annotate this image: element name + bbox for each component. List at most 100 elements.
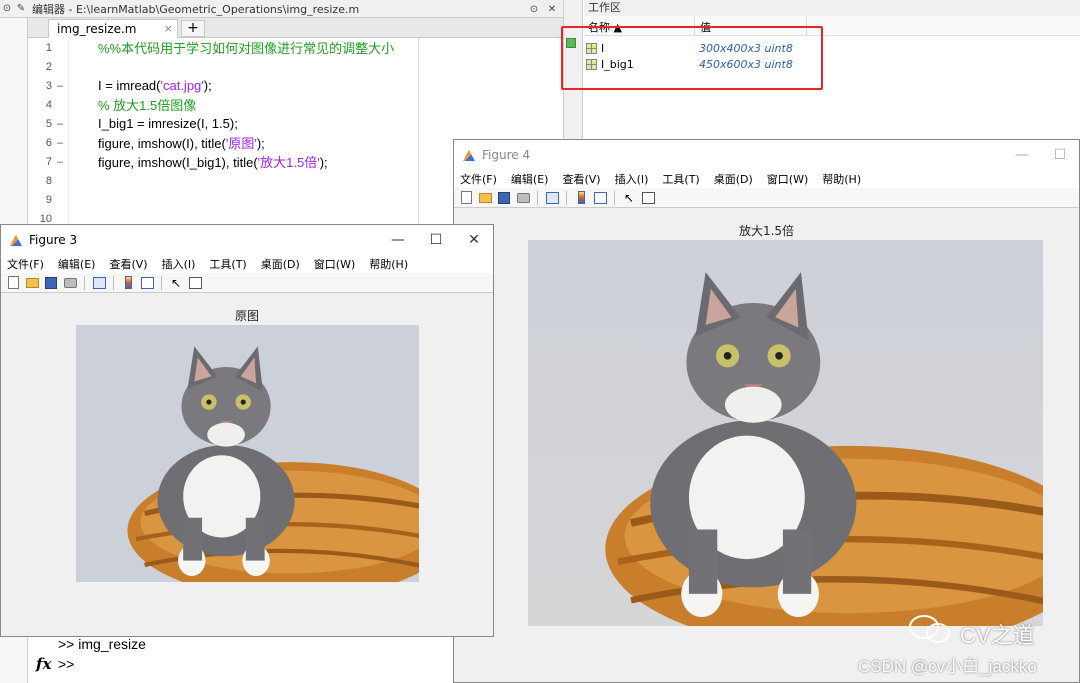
- menu-item[interactable]: 窗口(W): [767, 171, 808, 187]
- menu-item[interactable]: 查看(V): [109, 256, 147, 272]
- menu-item[interactable]: 查看(V): [562, 171, 600, 187]
- menu-item[interactable]: 编辑(E): [58, 256, 96, 272]
- menu-item[interactable]: 编辑(E): [511, 171, 549, 187]
- code-comment: %%本代码用于学习如何对图像进行常见的调整大小: [98, 41, 395, 56]
- cat-image-enlarged: [528, 240, 1043, 626]
- axes-title: 原图: [234, 309, 259, 323]
- line-number: 2: [45, 60, 52, 73]
- maximize-icon[interactable]: ☐: [1041, 140, 1079, 170]
- menu-item[interactable]: 插入(I): [162, 256, 196, 272]
- figure-toolbar: ↖: [454, 188, 1079, 208]
- chevron-down-icon[interactable]: ⊙: [527, 2, 541, 16]
- code-token: I = imread(: [98, 78, 161, 93]
- colorbar-icon[interactable]: [120, 275, 136, 291]
- code-token: );: [203, 78, 212, 93]
- right-margin-line: [418, 38, 419, 233]
- line-number: 10: [39, 212, 52, 225]
- figure-4-window: Figure 4 — ☐ 文件(F) 编辑(E) 查看(V) 插入(I) 工具(T) 桌面…: [453, 139, 1080, 683]
- breakpoint-marker[interactable]: –: [52, 118, 68, 130]
- line-number: 5: [45, 117, 52, 130]
- figure-toolbar: ↖: [1, 273, 493, 293]
- code-line[interactable]: 3– I = imread('cat.jpg');: [28, 76, 563, 95]
- code-text: %%本代码用于学习如何对图像进行常见的调整大小: [98, 38, 394, 57]
- edit-icon: ✎: [16, 3, 26, 14]
- function-browser-icon[interactable]: fx: [36, 655, 51, 673]
- new-figure-icon[interactable]: [5, 275, 21, 291]
- editor-titlebar: ⊙ ✎ 编辑器 - E:\learnMatlab\Geometric_Opera…: [0, 0, 563, 18]
- code-text: I_big1 = imresize(I, 1.5);: [98, 116, 238, 131]
- axes-title: 放大1.5倍: [738, 224, 795, 238]
- tab-label: img_resize.m: [57, 22, 137, 36]
- menu-item[interactable]: 文件(F): [460, 171, 497, 187]
- code-line[interactable]: 2: [28, 57, 563, 76]
- link-plot-icon[interactable]: [544, 190, 560, 206]
- menu-item[interactable]: 文件(F): [7, 256, 44, 272]
- editor-tabbar: img_resize.m × +: [28, 18, 563, 38]
- menu-item[interactable]: 工具(T): [662, 171, 699, 187]
- menu-item[interactable]: 桌面(D): [714, 171, 753, 187]
- figure-menubar: 文件(F) 编辑(E) 查看(V) 插入(I) 工具(T) 桌面(D) 窗口(W) 帮助(H): [1, 255, 493, 273]
- breakpoint-marker[interactable]: –: [52, 80, 68, 92]
- menu-item[interactable]: 窗口(W): [314, 256, 355, 272]
- watermark-brand: CV之道: [960, 623, 1035, 648]
- code-line[interactable]: 4 % 放大1.5倍图像: [28, 95, 563, 114]
- save-icon[interactable]: [496, 190, 512, 206]
- figure-title: Figure 3: [29, 233, 78, 247]
- line-number: 1: [45, 41, 52, 54]
- property-panel-icon[interactable]: [187, 275, 203, 291]
- code-text: I = imread('cat.jpg');: [98, 78, 212, 93]
- chevron-down-icon[interactable]: ⊙: [0, 2, 14, 16]
- command-prompt[interactable]: >>: [58, 656, 74, 672]
- minimize-icon[interactable]: —: [379, 225, 417, 255]
- tab-img-resize[interactable]: img_resize.m ×: [48, 19, 178, 38]
- save-icon[interactable]: [43, 275, 59, 291]
- command-history-line: >> img_resize: [58, 636, 146, 652]
- figure-3-window: Figure 3 — ☐ ✕ 文件(F) 编辑(E) 查看(V) 插入(I) 工具(T)…: [0, 224, 494, 637]
- pointer-icon[interactable]: ↖: [168, 275, 184, 291]
- print-icon[interactable]: [515, 190, 531, 206]
- legend-icon[interactable]: [592, 190, 608, 206]
- menu-item[interactable]: 帮助(H): [369, 256, 408, 272]
- code-line[interactable]: 5– I_big1 = imresize(I, 1.5);: [28, 114, 563, 133]
- breakpoint-marker[interactable]: –: [52, 137, 68, 149]
- menu-item[interactable]: 帮助(H): [822, 171, 861, 187]
- figure-titlebar[interactable]: Figure 3 — ☐ ✕: [1, 225, 493, 255]
- line-number: 7: [45, 155, 52, 168]
- menu-item[interactable]: 插入(I): [615, 171, 649, 187]
- code-token: );: [256, 136, 265, 151]
- editor-title: 编辑器 - E:\learnMatlab\Geometric_Operation…: [32, 2, 360, 16]
- close-icon[interactable]: ✕: [545, 2, 559, 16]
- code-token: figure, imshow(I), title(: [98, 136, 226, 151]
- highlight-annotation: [561, 26, 823, 90]
- code-string: '放大1.5倍': [257, 155, 320, 170]
- breakpoint-marker[interactable]: –: [52, 156, 68, 168]
- menu-item[interactable]: 桌面(D): [261, 256, 300, 272]
- figure-titlebar[interactable]: Figure 4 — ☐: [454, 140, 1079, 170]
- add-tab-button[interactable]: +: [181, 20, 205, 37]
- link-plot-icon[interactable]: [91, 275, 107, 291]
- open-file-icon[interactable]: [24, 275, 40, 291]
- menu-item[interactable]: 工具(T): [209, 256, 246, 272]
- colorbar-icon[interactable]: [573, 190, 589, 206]
- legend-icon[interactable]: [139, 275, 155, 291]
- open-file-icon[interactable]: [477, 190, 493, 206]
- close-icon[interactable]: ✕: [455, 225, 493, 255]
- minimize-icon[interactable]: —: [1003, 140, 1041, 170]
- maximize-icon[interactable]: ☐: [417, 225, 455, 255]
- workspace-title: 工作区: [584, 0, 1080, 16]
- code-text: % 放大1.5倍图像: [98, 95, 196, 114]
- new-figure-icon[interactable]: [458, 190, 474, 206]
- code-string: '原图': [225, 136, 257, 151]
- pointer-icon[interactable]: ↖: [621, 190, 637, 206]
- code-text: figure, imshow(I_big1), title('放大1.5倍');: [98, 152, 328, 171]
- code-token: figure, imshow(I_big1), title(: [98, 155, 258, 170]
- matlab-logo-icon: [462, 148, 476, 162]
- gutter-divider: [68, 38, 69, 233]
- print-icon[interactable]: [62, 275, 78, 291]
- property-panel-icon[interactable]: [640, 190, 656, 206]
- wechat-logo-icon: [909, 615, 950, 643]
- code-line[interactable]: 1 %%本代码用于学习如何对图像进行常见的调整大小: [28, 38, 563, 57]
- close-icon[interactable]: ×: [164, 22, 173, 35]
- line-number: 8: [45, 174, 52, 187]
- line-number: 4: [45, 98, 52, 111]
